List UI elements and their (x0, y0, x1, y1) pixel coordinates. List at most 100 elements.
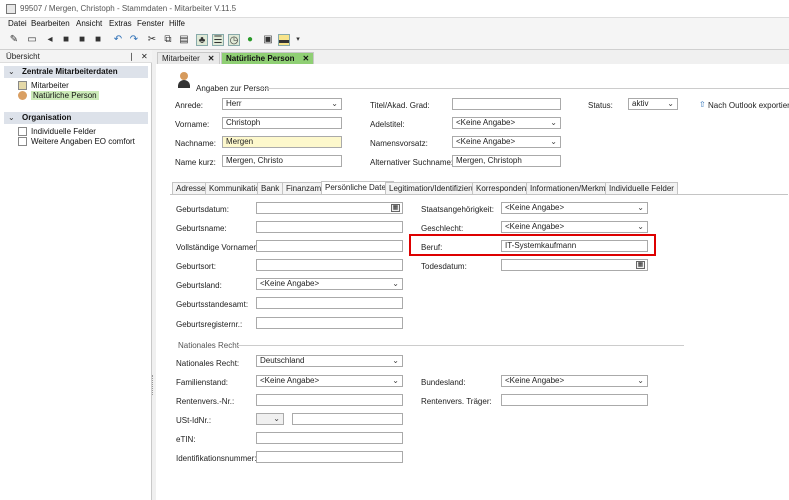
geschlecht-select[interactable]: <Keine Angabe> ⌄ (501, 221, 648, 233)
geburtsdatum-label: Geburtsdatum: (176, 205, 229, 214)
titel-field[interactable] (452, 98, 561, 110)
tree-item-label: Individuelle Felder (31, 127, 96, 136)
staat-select[interactable]: <Keine Angabe> ⌄ (501, 202, 648, 214)
bundesland-label: Bundesland: (421, 378, 466, 387)
chevron-down-icon[interactable]: ▾ (292, 34, 304, 46)
chevron-down-icon: ⌄ (550, 137, 557, 146)
tab-natuerliche-person[interactable]: Natürliche Person ✕ (221, 52, 315, 64)
save-close-icon[interactable]: ■ (92, 34, 104, 46)
undo-icon[interactable]: ↶ (112, 34, 124, 46)
pin-icon[interactable]: ❘ (128, 52, 135, 61)
tab-mitarbeiter[interactable]: Mitarbeiter ✕ (157, 52, 220, 64)
close-icon[interactable]: ✕ (141, 52, 148, 61)
register-field[interactable] (256, 317, 403, 329)
section-divider (260, 88, 789, 89)
geburtsname-field[interactable] (256, 221, 403, 233)
nachname-field[interactable]: Mergen (222, 136, 342, 148)
outlook-export-link[interactable]: Nach Outlook exportieren (708, 101, 789, 110)
group-zentrale[interactable]: ⌄ Zentrale Mitarbeiterdaten (4, 66, 148, 78)
chevron-down-icon: ⌄ (392, 376, 399, 385)
beruf-label: Beruf: (421, 243, 443, 252)
namensvorsatz-label: Namensvorsatz: (370, 139, 428, 148)
group-organisation[interactable]: ⌄ Organisation (4, 112, 148, 124)
close-icon[interactable]: ✕ (302, 54, 309, 63)
note-icon[interactable]: ▬ (278, 34, 290, 46)
anrede-value: Herr (226, 99, 242, 108)
tab-label: Mitarbeiter (162, 54, 200, 63)
status-select[interactable]: aktiv ⌄ (628, 98, 678, 110)
rv-nr-label: Rentenvers.-Nr.: (176, 397, 235, 406)
kurz-field[interactable]: Mergen, Christo (222, 155, 342, 167)
staat-label: Staatsangehörigkeit: (421, 205, 494, 214)
geburtsort-label: Geburtsort: (176, 262, 217, 271)
back-icon[interactable]: ◂ (44, 34, 56, 46)
app-icon (6, 4, 16, 14)
list-icon[interactable]: ☰ (212, 34, 224, 46)
rv-nr-field[interactable] (256, 394, 403, 406)
tree-item-label: Natürliche Person (31, 91, 99, 100)
splitter-handle[interactable] (152, 375, 154, 395)
beruf-field[interactable]: IT-Systemkaufmann (501, 240, 648, 252)
geburtsland-select[interactable]: <Keine Angabe> ⌄ (256, 278, 403, 290)
calendar-icon[interactable]: ▦ (636, 261, 645, 269)
copy-icon[interactable]: ⧉ (162, 34, 174, 46)
geschlecht-value: <Keine Angabe> (505, 222, 565, 231)
suchname-field[interactable]: Mergen, Christoph (452, 155, 561, 167)
menu-datei[interactable]: Datei (8, 19, 27, 28)
menu-bearbeiten[interactable]: Bearbeiten (31, 19, 70, 28)
check-icon[interactable]: ● (244, 34, 256, 46)
geburtsland-label: Geburtsland: (176, 281, 222, 290)
tab-persoenliche-daten[interactable]: Persönliche Daten (321, 181, 395, 195)
idnr-field[interactable] (256, 451, 403, 463)
vornamen-field[interactable] (256, 240, 403, 252)
menu-ansicht[interactable]: Ansicht (76, 19, 102, 28)
tree-icon[interactable]: ♣ (196, 34, 208, 46)
report-icon[interactable]: ▣ (262, 34, 274, 46)
save-icon[interactable]: ■ (60, 34, 72, 46)
paste-icon[interactable]: ▤ (178, 34, 190, 46)
etin-field[interactable] (256, 432, 403, 444)
open-folder-icon[interactable]: ▭ (26, 34, 38, 46)
geburtsort-field[interactable] (256, 259, 403, 271)
menu-extras[interactable]: Extras (109, 19, 132, 28)
register-label: Geburtsregisternr.: (176, 320, 243, 329)
familienstand-label: Familienstand: (176, 378, 229, 387)
adel-select[interactable]: <Keine Angabe> ⌄ (452, 117, 561, 129)
vorname-field[interactable]: Christoph (222, 117, 342, 129)
standesamt-field[interactable] (256, 297, 403, 309)
group-label: Zentrale Mitarbeiterdaten (22, 67, 118, 76)
nationales-recht-group-label: Nationales Recht (178, 341, 239, 350)
geburtsdatum-field[interactable]: ▦ (256, 202, 403, 214)
overview-header: Übersicht ❘ ✕ (0, 50, 152, 63)
bundesland-select[interactable]: <Keine Angabe> ⌄ (501, 375, 648, 387)
ust-country-select[interactable]: ⌄ (256, 413, 284, 425)
staat-value: <Keine Angabe> (505, 203, 565, 212)
nachname-label: Nachname: (175, 139, 216, 148)
chevron-down-icon: ⌄ (273, 414, 280, 423)
redo-icon[interactable]: ↷ (128, 34, 140, 46)
new-icon[interactable]: ✎ (8, 34, 20, 46)
save-all-icon[interactable]: ■ (76, 34, 88, 46)
recht-select[interactable]: Deutschland ⌄ (256, 355, 403, 367)
ust-label: USt-IdNr.: (176, 416, 212, 425)
rv-traeger-field[interactable] (501, 394, 648, 406)
tree-item-label: Mitarbeiter (31, 81, 69, 90)
namensvorsatz-select[interactable]: <Keine Angabe> ⌄ (452, 136, 561, 148)
document-icon (18, 127, 27, 136)
familienstand-select[interactable]: <Keine Angabe> ⌄ (256, 375, 403, 387)
menu-fenster[interactable]: Fenster (137, 19, 164, 28)
outlook-export-icon[interactable]: ⇧ (699, 100, 706, 109)
anrede-select[interactable]: Herr ⌄ (222, 98, 342, 110)
todesdatum-field[interactable]: ▦ (501, 259, 648, 271)
clock-icon[interactable]: ◷ (228, 34, 240, 46)
menu-hilfe[interactable]: Hilfe (169, 19, 185, 28)
cut-icon[interactable]: ✂ (146, 34, 158, 46)
chevron-down-icon: ⌄ (637, 222, 644, 231)
chevron-down-icon: ⌄ (667, 99, 674, 108)
ust-field[interactable] (292, 413, 403, 425)
standesamt-label: Geburtsstandesamt: (176, 300, 249, 309)
chevron-down-icon: ⌄ (392, 356, 399, 365)
tree-item-label: Weitere Angaben EO comfort (31, 137, 135, 146)
close-icon[interactable]: ✕ (208, 54, 215, 63)
calendar-icon[interactable]: ▦ (391, 204, 400, 212)
